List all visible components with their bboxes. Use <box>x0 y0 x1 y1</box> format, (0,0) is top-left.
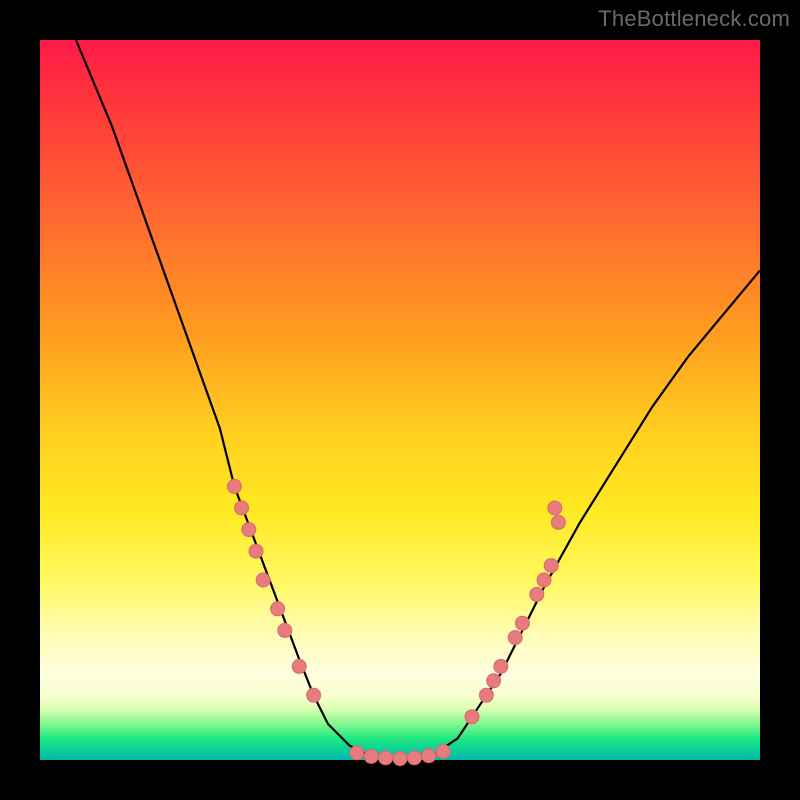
v-curve <box>76 40 760 760</box>
data-point <box>537 573 551 587</box>
watermark-text: TheBottleneck.com <box>598 6 790 32</box>
data-point <box>465 710 479 724</box>
data-point <box>271 602 285 616</box>
data-point <box>515 616 529 630</box>
data-point <box>436 744 450 758</box>
data-point <box>551 515 565 529</box>
chart-svg <box>40 40 760 760</box>
data-point <box>278 623 292 637</box>
data-point <box>364 749 378 763</box>
data-point <box>422 749 436 763</box>
data-point <box>256 573 270 587</box>
data-point <box>544 559 558 573</box>
data-point <box>479 688 493 702</box>
data-point <box>548 501 562 515</box>
bottleneck-curve-path <box>76 40 760 760</box>
data-point <box>508 631 522 645</box>
plot-area <box>40 40 760 760</box>
data-point <box>235 501 249 515</box>
data-point <box>249 544 263 558</box>
scatter-markers <box>227 479 565 765</box>
data-point <box>242 523 256 537</box>
chart-frame: TheBottleneck.com <box>0 0 800 800</box>
data-point <box>307 688 321 702</box>
data-point <box>407 751 421 765</box>
data-point <box>494 659 508 673</box>
data-point <box>530 587 544 601</box>
data-point <box>379 751 393 765</box>
data-point <box>393 752 407 766</box>
data-point <box>487 674 501 688</box>
data-point <box>350 746 364 760</box>
data-point <box>227 479 241 493</box>
data-point <box>292 659 306 673</box>
